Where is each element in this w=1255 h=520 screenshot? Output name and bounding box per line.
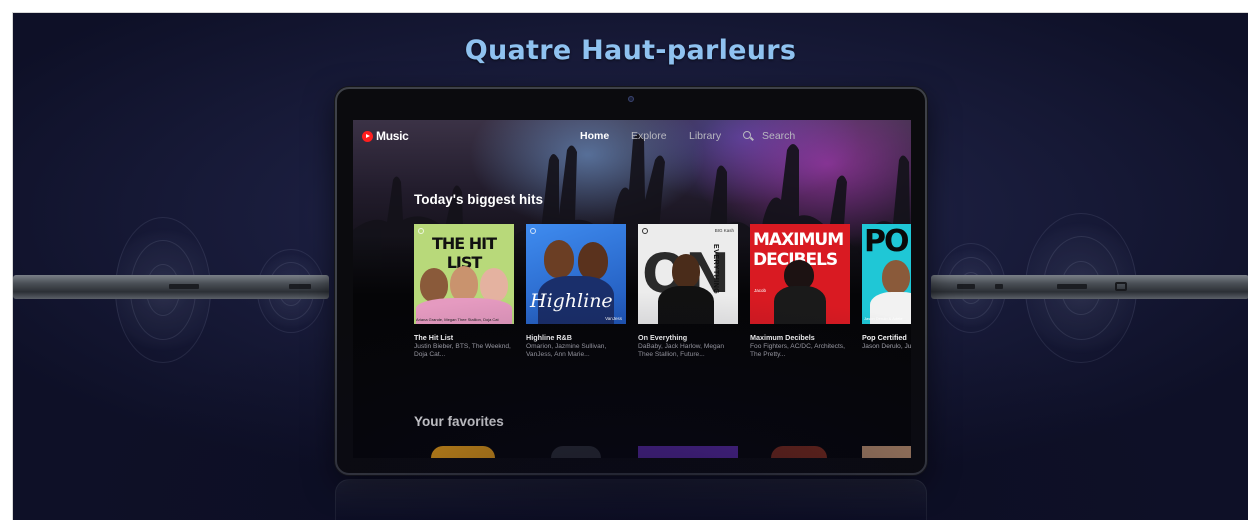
cover-caption: BIG Kash xyxy=(714,228,734,233)
usb-port-icon xyxy=(1115,282,1127,291)
playlist-card-maximum-decibels[interactable]: MAXIMUM DECIBELS Jacob Maximum Decibels … xyxy=(750,224,850,359)
speaker-grille xyxy=(169,284,199,289)
artist-photo xyxy=(882,260,910,294)
shelf-title-favorites: Your favorites xyxy=(414,414,504,429)
cover-side-text: EVERYTHING xyxy=(712,244,719,295)
artist-photo xyxy=(450,266,478,302)
tablet-side-view-left xyxy=(13,275,329,299)
nav-explore[interactable]: Explore xyxy=(631,130,667,142)
logo-text: Music xyxy=(376,129,409,143)
cover-caption: Ariana Grande, Megan Thee Stallion, Doja… xyxy=(416,317,499,322)
artist-photo xyxy=(672,254,700,288)
product-banner: Quatre Haut-parleurs Music Home Explore … xyxy=(12,12,1248,520)
card-subtitle: DaBaby, Jack Harlow, Megan Thee Stallion… xyxy=(638,343,725,358)
cover-caption: Jacob xyxy=(754,288,767,293)
favorite-item-thumbnail[interactable] xyxy=(862,446,911,458)
nav-search[interactable]: Search xyxy=(762,130,795,142)
card-subtitle: Justin Bieber, BTS, The Weeknd, Doja Cat… xyxy=(414,343,511,358)
artist-photo xyxy=(544,240,574,278)
artist-photo xyxy=(480,268,508,302)
playlist-card-hit-list[interactable]: THE HIT LIST Ariana Grande, Megan Thee S… xyxy=(414,224,514,359)
playlist-cover: BIG Kash ON EVERYTHING xyxy=(638,224,738,324)
shelf-title-biggest-hits: Today's biggest hits xyxy=(414,192,543,207)
speaker-grille xyxy=(957,284,975,289)
card-title: Pop Certified xyxy=(862,333,907,342)
youtube-music-badge-icon xyxy=(530,228,536,234)
card-subtitle: Omarion, Jazmine Sullivan, VanJess, Ann … xyxy=(526,343,607,358)
app-top-bar: Music Home Explore Library Search xyxy=(353,120,911,152)
camera-icon xyxy=(628,96,634,102)
favorite-item-thumbnail[interactable] xyxy=(638,446,738,458)
favorite-item-thumbnail[interactable] xyxy=(431,446,495,458)
search-icon[interactable] xyxy=(743,131,751,139)
favorite-item-thumbnail[interactable] xyxy=(771,446,827,458)
playlist-cover: Highline VanJess xyxy=(526,224,626,324)
nav-home[interactable]: Home xyxy=(580,130,609,142)
playlist-cover: PO Jason Derulo & Adele xyxy=(862,224,911,324)
card-title: On Everything xyxy=(638,333,688,342)
favorite-item-thumbnail[interactable] xyxy=(551,446,601,458)
artist-photo xyxy=(658,286,714,324)
cover-title: PO xyxy=(864,224,909,259)
tablet-side-view-right xyxy=(931,275,1248,299)
artist-photo xyxy=(578,242,608,280)
button-slot xyxy=(995,284,1003,289)
playlist-cover: THE HIT LIST Ariana Grande, Megan Thee S… xyxy=(414,224,514,324)
cover-caption: Jason Derulo & Adele xyxy=(864,316,903,321)
tablet-screen: Music Home Explore Library Search Today'… xyxy=(353,120,911,458)
playlist-cover: MAXIMUM DECIBELS Jacob xyxy=(750,224,850,324)
card-subtitle: Foo Fighters, AC/DC, Architects, The Pre… xyxy=(750,343,845,358)
youtube-music-badge-icon xyxy=(642,228,648,234)
playlist-card-on-everything[interactable]: BIG Kash ON EVERYTHING On Everything DaB… xyxy=(638,224,738,359)
speaker-grille xyxy=(289,284,311,289)
artist-photo xyxy=(420,268,448,302)
playlist-card-pop-certified[interactable]: PO Jason Derulo & Adele Pop Certified Ja… xyxy=(862,224,911,351)
card-subtitle: Jason Derulo, Justin Bieber, I xyxy=(862,343,911,350)
card-title: Maximum Decibels xyxy=(750,333,815,342)
artist-photo xyxy=(774,286,826,324)
card-title: The Hit List xyxy=(414,333,454,342)
tablet-reflection xyxy=(335,479,927,520)
cover-title: Highline xyxy=(530,290,613,312)
card-title: Highline R&B xyxy=(526,333,572,342)
youtube-music-icon xyxy=(362,130,373,142)
cover-caption: VanJess xyxy=(605,316,622,321)
youtube-music-logo[interactable]: Music xyxy=(362,129,409,143)
banner-headline: Quatre Haut-parleurs xyxy=(464,35,797,66)
playlist-card-highline[interactable]: Highline VanJess Highline R&B Omarion, J… xyxy=(526,224,626,359)
speaker-grille xyxy=(1057,284,1087,289)
nav-library[interactable]: Library xyxy=(689,130,721,142)
tablet-device: Music Home Explore Library Search Today'… xyxy=(335,87,927,475)
